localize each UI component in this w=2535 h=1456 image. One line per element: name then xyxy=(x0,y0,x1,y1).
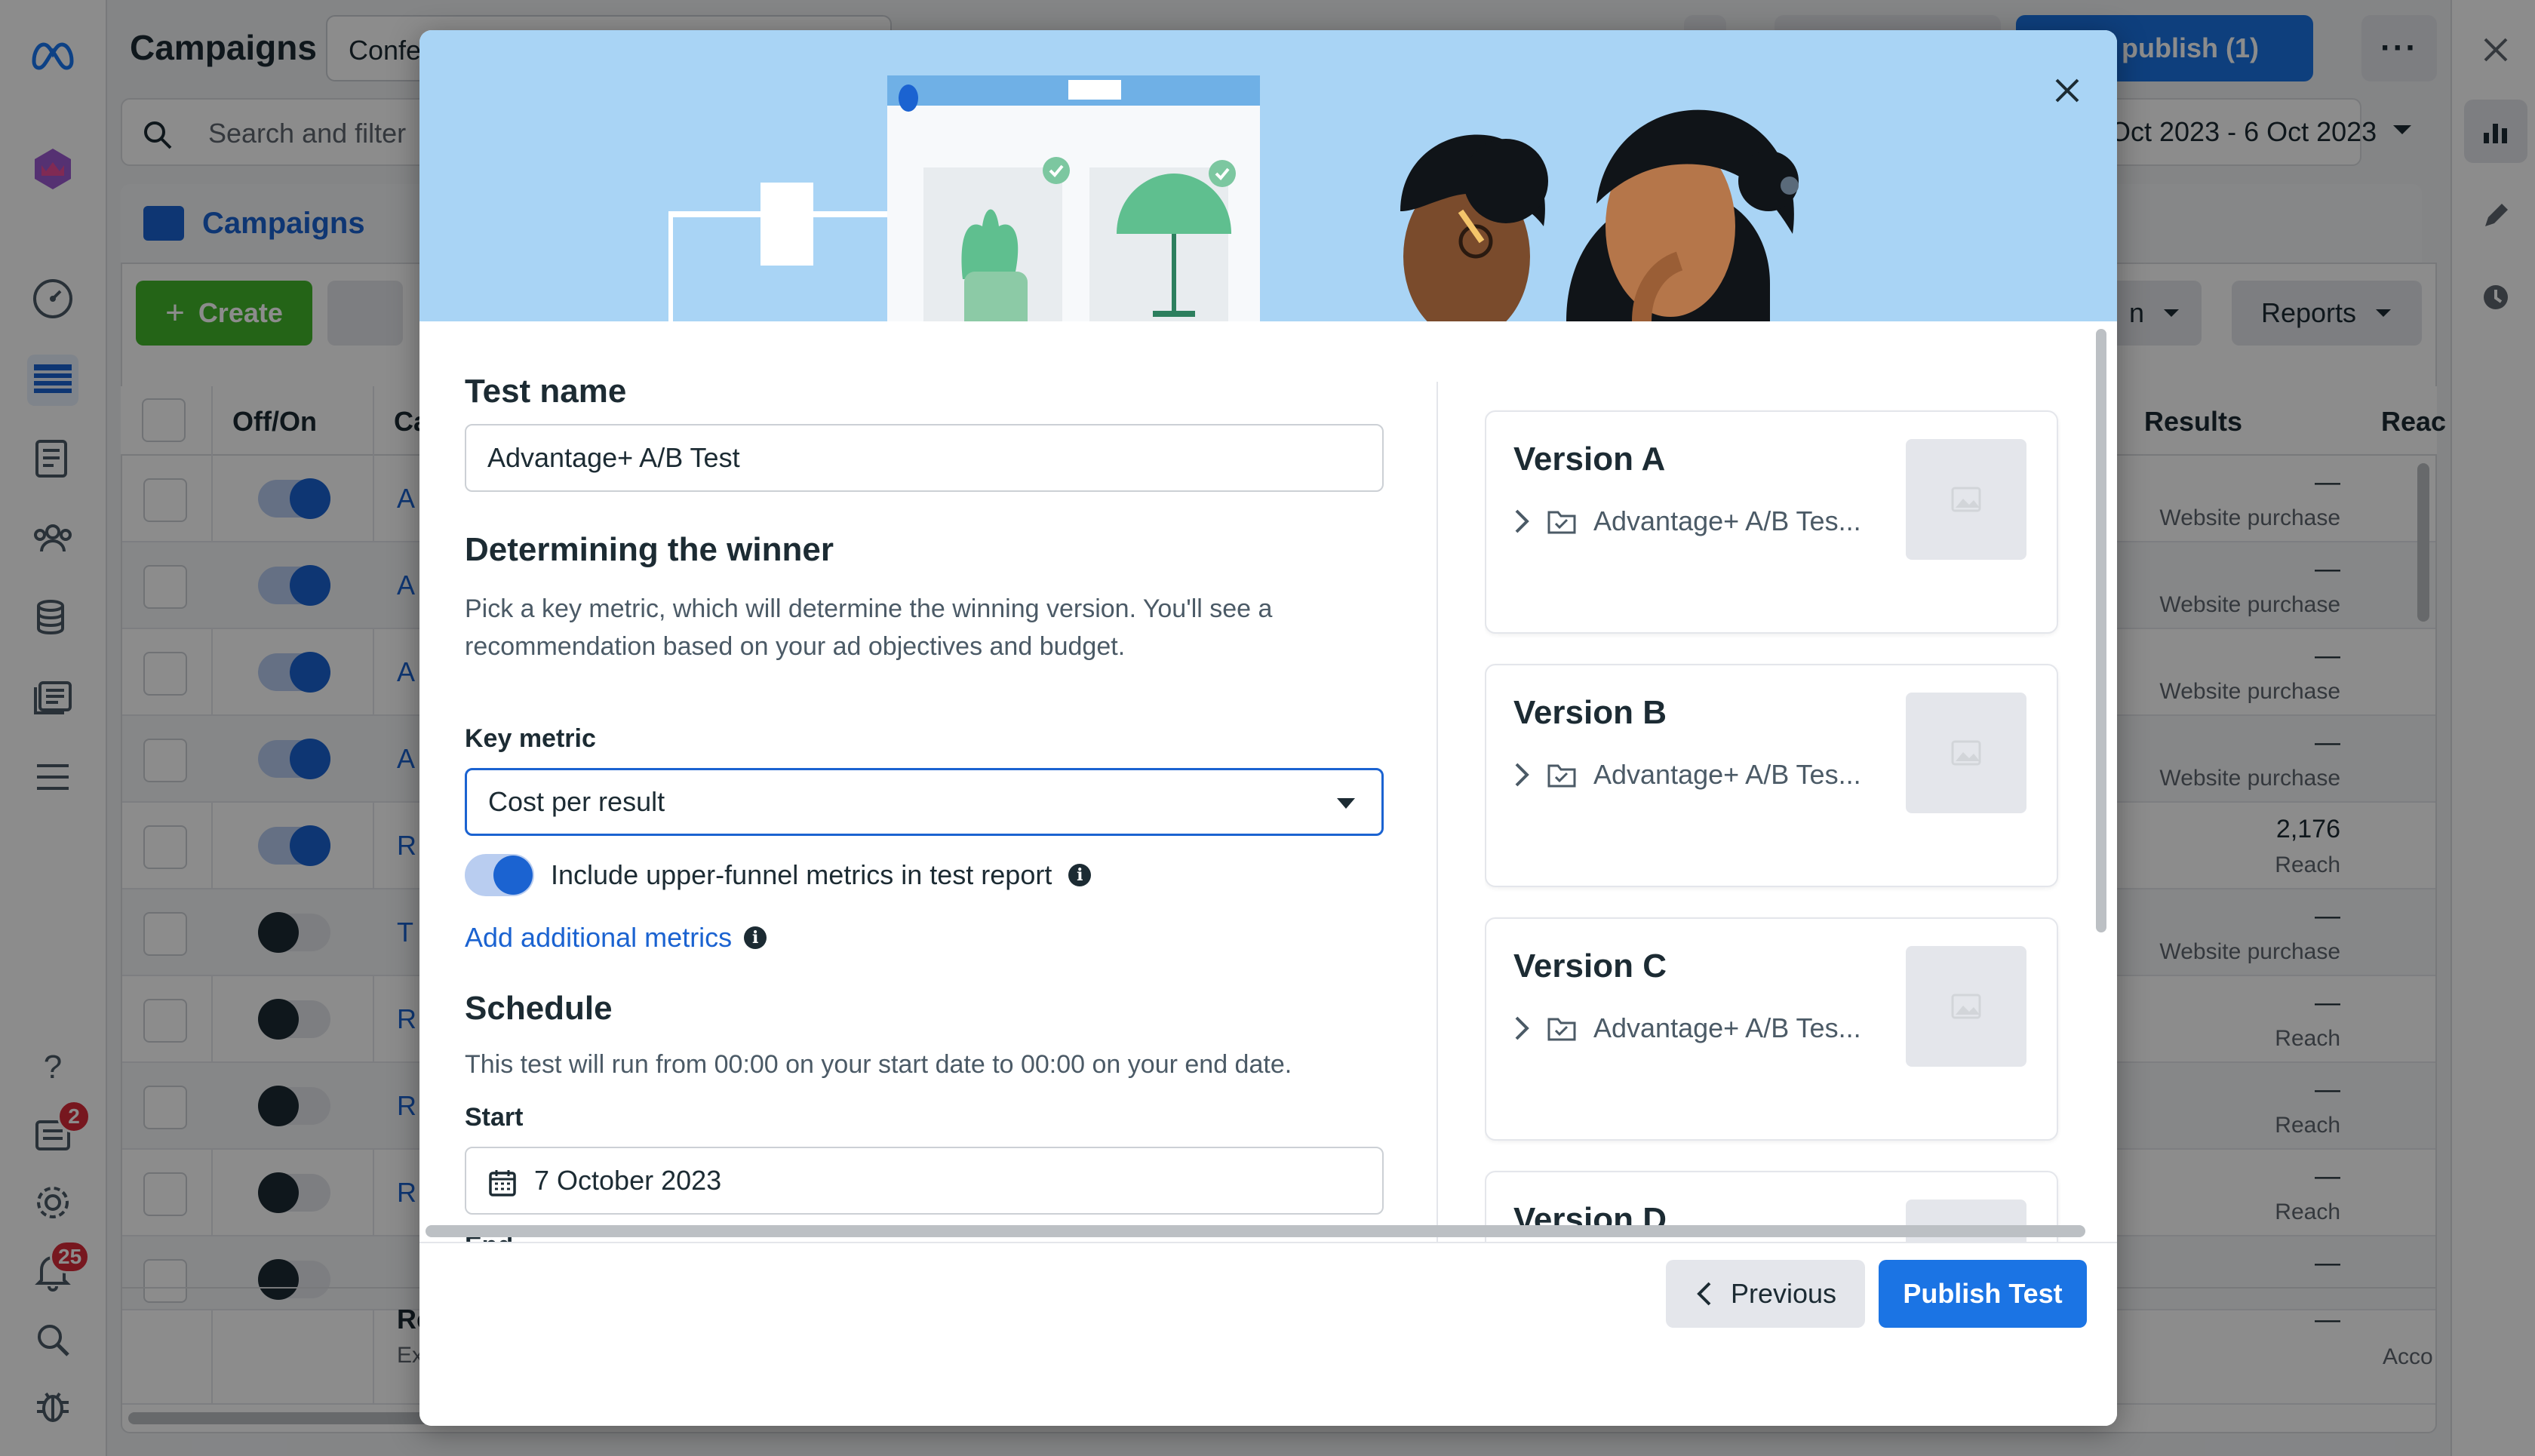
upper-funnel-toggle-row: Include upper-funnel metrics in test rep… xyxy=(465,854,1092,896)
version-ad-name: Advantage+ A/B Tes... xyxy=(1593,759,1861,790)
version-card[interactable]: Version C Advantage+ A/B Tes... xyxy=(1485,917,2058,1141)
publish-test-button[interactable]: Publish Test xyxy=(1879,1260,2087,1328)
test-name-input[interactable]: Advantage+ A/B Test xyxy=(465,424,1384,492)
schedule-help: This test will run from 00:00 on your st… xyxy=(465,1050,1292,1079)
ad-preview-thumbnail xyxy=(1906,693,2026,813)
version-card[interactable]: Version A Advantage+ A/B Tes... xyxy=(1485,410,2058,634)
versions-list: Version A Advantage+ A/B Tes... Version B A… xyxy=(1485,321,2073,1251)
start-date-input[interactable]: 7 October 2023 xyxy=(465,1147,1384,1215)
add-additional-metrics-link[interactable]: Add additional metrics i xyxy=(465,922,767,954)
version-title: Version C xyxy=(1513,948,1667,984)
version-ad-name: Advantage+ A/B Tes... xyxy=(1593,1012,1861,1043)
form-divider xyxy=(1436,382,1438,1251)
dialog-footer: Previous Publish Test xyxy=(419,1242,2117,1426)
version-title: Version B xyxy=(1513,694,1667,731)
dialog-horizontal-scrollbar[interactable] xyxy=(426,1225,2085,1237)
close-dialog-button[interactable] xyxy=(2039,62,2096,119)
add-additional-metrics-label: Add additional metrics xyxy=(465,922,733,953)
chevron-left-icon xyxy=(1697,1282,1711,1306)
info-icon[interactable]: i xyxy=(744,926,767,949)
key-metric-dropdown[interactable]: Cost per result xyxy=(465,768,1384,836)
ad-preview-thumbnail xyxy=(1906,439,2026,560)
version-ad-name: Advantage+ A/B Tes... xyxy=(1593,505,1861,536)
start-label: Start xyxy=(465,1103,524,1132)
chevron-right-icon[interactable] xyxy=(1513,508,1530,535)
info-icon[interactable]: i xyxy=(1068,864,1092,886)
previous-button[interactable]: Previous xyxy=(1666,1260,1865,1328)
version-card[interactable]: Version D xyxy=(1485,1171,2058,1251)
schedule-heading: Schedule xyxy=(465,990,613,1027)
caret-down-icon xyxy=(1337,798,1355,809)
ab-test-dialog: Test name Advantage+ A/B Test Determinin… xyxy=(419,30,2117,1426)
upper-funnel-toggle[interactable] xyxy=(465,854,534,896)
image-placeholder-icon xyxy=(1951,740,1981,766)
close-icon xyxy=(2055,78,2079,103)
dialog-vertical-scrollbar[interactable] xyxy=(2096,329,2106,932)
version-title: Version A xyxy=(1513,441,1666,478)
test-name-heading: Test name xyxy=(465,373,627,410)
ab-test-illustration xyxy=(668,75,1799,321)
calendar-icon xyxy=(489,1170,516,1196)
ad-set-folder-icon xyxy=(1547,764,1576,788)
previous-label: Previous xyxy=(1730,1278,1837,1309)
chevron-right-icon[interactable] xyxy=(1513,761,1530,788)
key-metric-value: Cost per result xyxy=(488,786,665,817)
chevron-right-icon[interactable] xyxy=(1513,1015,1530,1042)
version-ad-item[interactable]: Advantage+ A/B Tes... xyxy=(1513,759,1861,791)
version-ad-item[interactable]: Advantage+ A/B Tes... xyxy=(1513,1012,1861,1044)
test-settings-form: Test name Advantage+ A/B Test Determinin… xyxy=(465,321,1385,1251)
upper-funnel-toggle-label: Include upper-funnel metrics in test rep… xyxy=(551,859,1052,890)
determining-winner-heading: Determining the winner xyxy=(465,531,834,568)
hero-illustration xyxy=(419,30,2117,321)
ad-set-folder-icon xyxy=(1547,1018,1576,1041)
ad-preview-thumbnail xyxy=(1906,946,2026,1067)
version-card[interactable]: Version B Advantage+ A/B Tes... xyxy=(1485,664,2058,887)
ad-set-folder-icon xyxy=(1547,511,1576,534)
image-placeholder-icon xyxy=(1951,487,1981,512)
determining-winner-help: Pick a key metric, which will determine … xyxy=(465,594,1273,661)
key-metric-label: Key metric xyxy=(465,724,596,753)
version-ad-item[interactable]: Advantage+ A/B Tes... xyxy=(1513,505,1861,537)
start-date-value: 7 October 2023 xyxy=(534,1165,722,1196)
image-placeholder-icon xyxy=(1951,994,1981,1019)
